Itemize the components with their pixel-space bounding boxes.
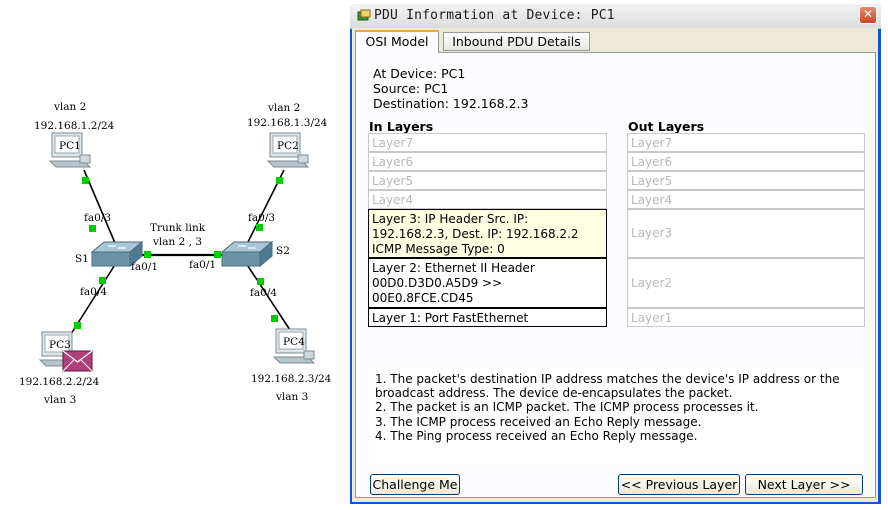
dialog-body: OSI Model Inbound PDU Details At Device:… <box>352 28 878 502</box>
svg-text:PC2: PC2 <box>277 140 299 152</box>
challenge-me-button[interactable]: Challenge Me <box>370 474 460 495</box>
out-layers-header: Out Layers <box>628 119 705 134</box>
link-dot <box>144 251 151 258</box>
out-layer-7[interactable]: Layer7 <box>627 133 865 152</box>
in-layer-6[interactable]: Layer6 <box>368 152 607 171</box>
tab-osi-model[interactable]: OSI Model <box>355 30 439 53</box>
pdu-envelope-icon[interactable] <box>62 350 93 372</box>
pdu-information-dialog: PDU Information at Device: PC1 ✕ OSI Mod… <box>350 4 881 504</box>
link-dot <box>257 278 264 285</box>
in-layer-4[interactable]: Layer4 <box>368 190 607 209</box>
link-dot <box>271 315 278 322</box>
in-layer-3[interactable]: Layer 3: IP Header Src. IP: 192.168.2.3,… <box>368 209 607 258</box>
trunk-vlan-label: vlan 2 , 3 <box>152 236 202 248</box>
pc1-vlan-label: vlan 2 <box>53 101 86 113</box>
next-layer-button[interactable]: Next Layer >> <box>745 474 863 495</box>
in-layer-7[interactable]: Layer7 <box>368 133 607 152</box>
destination-label: Destination: 192.168.2.3 <box>373 96 529 111</box>
description-line: 1. The packet's destination IP address m… <box>375 372 840 401</box>
tab-inbound-pdu-details[interactable]: Inbound PDU Details <box>443 32 590 51</box>
pc1-icon[interactable]: PC1 <box>48 132 92 168</box>
port-label: fa0/1 <box>131 261 158 273</box>
port-label: fa0/4 <box>250 287 277 299</box>
previous-layer-button[interactable]: << Previous Layer <box>618 474 740 495</box>
switch-s2-icon[interactable] <box>220 240 274 268</box>
network-topology: PC1 PC2 PC3 PC4 vlan 2 192.168.1.2/24 vl… <box>19 101 332 406</box>
source-label: Source: PC1 <box>373 81 449 96</box>
switch-s1-label: S1 <box>75 253 89 265</box>
pc2-icon[interactable]: PC2 <box>266 132 310 168</box>
switch-s2-label: S2 <box>276 245 290 257</box>
pc4-icon[interactable]: PC4 <box>272 328 316 364</box>
title-bar[interactable]: PDU Information at Device: PC1 ✕ <box>350 4 881 29</box>
pdu-app-icon <box>357 9 371 21</box>
out-layer-1[interactable]: Layer1 <box>627 308 865 327</box>
out-layer-3[interactable]: Layer3 <box>627 209 865 258</box>
port-label: fa0/4 <box>80 286 107 298</box>
link-dot <box>276 177 283 184</box>
description-line: 2. The packet is an ICMP packet. The ICM… <box>375 400 759 415</box>
link-dot <box>214 251 221 258</box>
at-device-label: At Device: PC1 <box>373 66 466 81</box>
svg-text:PC4: PC4 <box>283 336 305 348</box>
pc4-vlan-label: vlan 3 <box>275 391 308 403</box>
port-label: fa0/1 <box>189 259 216 271</box>
out-layer-4[interactable]: Layer4 <box>627 190 865 209</box>
port-label: fa0/3 <box>248 212 275 224</box>
in-layers-header: In Layers <box>369 119 434 134</box>
svg-text:PC1: PC1 <box>59 140 81 152</box>
osi-model-panel: At Device: PC1 Source: PC1 Destination: … <box>355 52 876 498</box>
dialog-title: PDU Information at Device: PC1 <box>374 8 615 23</box>
pc1-ip-label: 192.168.1.2/24 <box>34 120 115 132</box>
link-s1-pc1 <box>83 169 119 251</box>
in-layer-2[interactable]: Layer 2: Ethernet II Header 00D0.D3D0.A5… <box>368 258 607 308</box>
description-line: 4. The Ping process received an Echo Rep… <box>375 428 698 443</box>
pc4-ip-label: 192.168.2.3/24 <box>251 373 332 385</box>
svg-text:PC3: PC3 <box>49 339 71 351</box>
layer-description-box: 1. The packet's destination IP address m… <box>369 367 864 465</box>
out-layer-5[interactable]: Layer5 <box>627 171 865 190</box>
link-dot <box>256 224 263 231</box>
link-dot <box>82 177 89 184</box>
out-layer-2[interactable]: Layer2 <box>627 258 865 308</box>
in-layer-5[interactable]: Layer5 <box>368 171 607 190</box>
description-line: 3. The ICMP process received an Echo Rep… <box>375 414 702 429</box>
link-dot <box>74 322 81 329</box>
pc2-vlan-label: vlan 2 <box>267 102 300 114</box>
in-layer-1[interactable]: Layer 1: Port FastEthernet <box>368 308 607 327</box>
pc2-ip-label: 192.168.1.3/24 <box>247 117 328 129</box>
pc3-vlan-label: vlan 3 <box>43 394 76 406</box>
pc3-ip-label: 192.168.2.2/24 <box>19 376 100 388</box>
link-dot <box>99 277 106 284</box>
out-layer-6[interactable]: Layer6 <box>627 152 865 171</box>
link-dot <box>89 225 96 232</box>
port-label: fa0/3 <box>84 212 111 224</box>
close-button[interactable]: ✕ <box>859 6 877 24</box>
trunk-label: Trunk link <box>150 222 206 234</box>
